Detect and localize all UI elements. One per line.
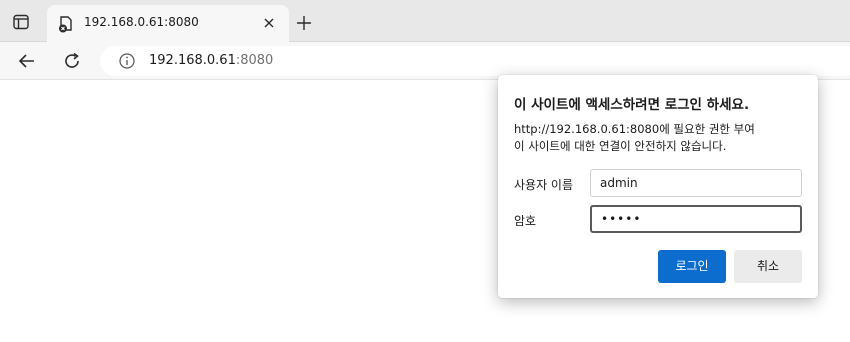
dialog-message-url: http://192.168.0.61:8080에 필요한 권한 부여	[514, 122, 755, 136]
close-icon[interactable]	[261, 15, 277, 31]
tab-title: 192.168.0.61:8080	[84, 15, 199, 29]
url-port: :8080	[235, 53, 274, 68]
dialog-message-warning: 이 사이트에 대한 연결이 안전하지 않습니다.	[514, 139, 727, 153]
url-text: 192.168.0.61:8080	[149, 53, 273, 68]
password-label: 암호	[514, 214, 537, 228]
password-field[interactable]: •••••	[590, 205, 802, 233]
username-field[interactable]: admin	[590, 169, 802, 197]
reload-icon[interactable]	[62, 51, 82, 71]
info-icon[interactable]	[118, 52, 136, 70]
back-arrow-icon[interactable]	[17, 51, 37, 71]
address-bar[interactable]: 192.168.0.61:8080	[100, 46, 850, 76]
tab-strip: 192.168.0.61:8080	[0, 0, 850, 42]
login-button[interactable]: 로그인	[658, 250, 726, 283]
login-dialog: 이 사이트에 액세스하려면 로그인 하세요. http://192.168.0.…	[498, 75, 818, 298]
browser-tab[interactable]: 192.168.0.61:8080	[47, 5, 289, 42]
url-host: 192.168.0.61	[149, 53, 236, 68]
username-label: 사용자 이름	[514, 178, 574, 192]
cancel-button[interactable]: 취소	[734, 250, 802, 283]
dialog-title: 이 사이트에 액세스하려면 로그인 하세요.	[514, 97, 750, 113]
page-error-icon	[57, 15, 75, 33]
tab-actions-icon[interactable]	[12, 13, 30, 31]
plus-icon[interactable]	[296, 15, 312, 31]
